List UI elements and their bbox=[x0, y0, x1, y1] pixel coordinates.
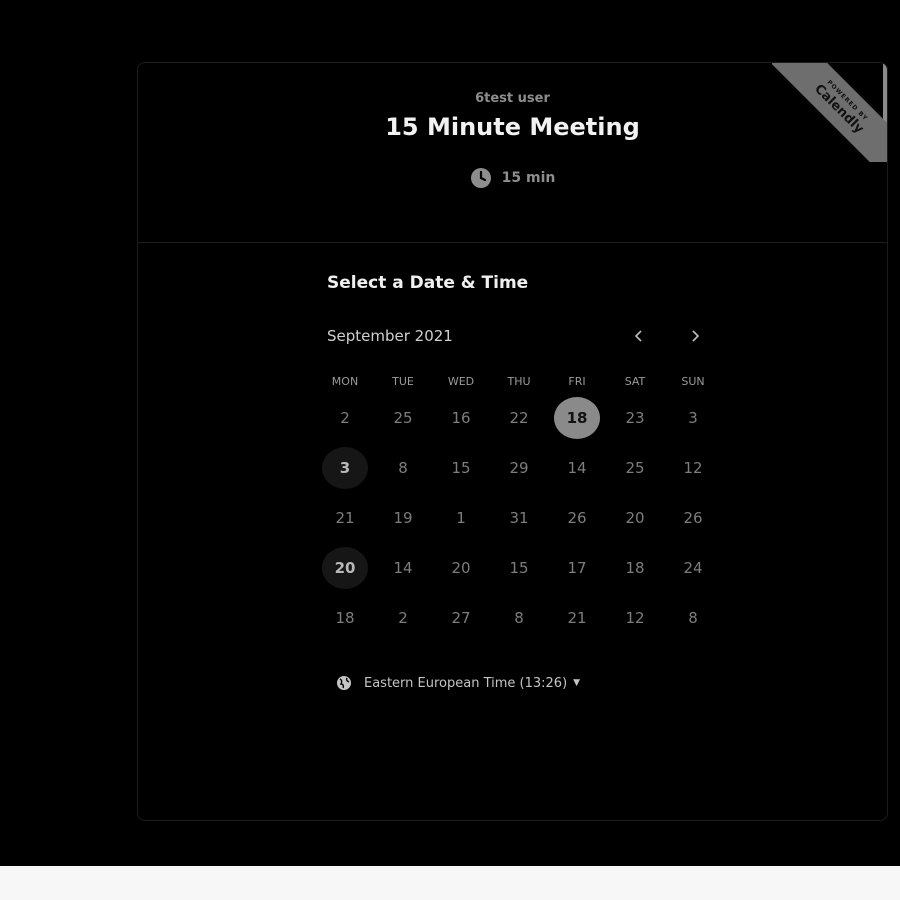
calendar-day: 26 bbox=[548, 493, 606, 543]
weekday-label: SAT bbox=[624, 375, 646, 388]
chevron-right-icon bbox=[692, 330, 700, 342]
calendar-day: 16 bbox=[432, 393, 490, 443]
calendar-day-number: 15 bbox=[451, 459, 471, 477]
calendar-day: 25 bbox=[606, 443, 664, 493]
powered-by-badge[interactable]: POWERED BY Calendly bbox=[772, 63, 887, 162]
calendar-day-number: 20 bbox=[322, 547, 368, 589]
calendar-day-selected[interactable]: 18 bbox=[548, 393, 606, 443]
calendar-day: 12 bbox=[664, 443, 722, 493]
event-duration: 15 min bbox=[138, 167, 887, 189]
calendar-day-number: 26 bbox=[567, 509, 587, 527]
timezone-selector[interactable]: Eastern European Time (13:26) ▼ bbox=[336, 675, 580, 691]
calendar-day: 8 bbox=[490, 593, 548, 643]
calendar-day: 14 bbox=[548, 443, 606, 493]
calendar-day-number: 8 bbox=[688, 609, 698, 627]
calendar-day: 29 bbox=[490, 443, 548, 493]
scheduling-card: 6test user 15 Minute Meeting 15 min POWE… bbox=[137, 62, 888, 821]
page-footer-strip bbox=[0, 866, 900, 900]
chevron-left-icon bbox=[634, 330, 642, 342]
calendar-grid: 2 25 16 22 18 23 3 3 8 15 29 14 25 12 21 19 1 31 26 20 26 20 1… bbox=[316, 393, 722, 643]
calendar-day-number: 24 bbox=[683, 559, 703, 577]
calendar-day-number: 15 bbox=[509, 559, 529, 577]
calendar-day[interactable]: 3 bbox=[316, 443, 374, 493]
calendar-day-number: 26 bbox=[683, 509, 703, 527]
calendar-day-number: 25 bbox=[625, 459, 645, 477]
calendar-day-number: 18 bbox=[335, 609, 355, 627]
weekday-label: SUN bbox=[681, 375, 705, 388]
calendar-day-number: 18 bbox=[625, 559, 645, 577]
calendar-day-number: 19 bbox=[393, 509, 413, 527]
weekday-label: FRI bbox=[568, 375, 586, 388]
calendar-day-number: 21 bbox=[567, 609, 587, 627]
calendar-day-number: 21 bbox=[335, 509, 355, 527]
month-label: September 2021 bbox=[327, 327, 453, 345]
calendar-day-number: 14 bbox=[567, 459, 587, 477]
calendar-day-number: 16 bbox=[451, 409, 471, 427]
calendar-day-number: 3 bbox=[688, 409, 698, 427]
calendar-day: 20 bbox=[432, 543, 490, 593]
clock-icon bbox=[470, 167, 492, 189]
calendar-day: 27 bbox=[432, 593, 490, 643]
calendar-day: 3 bbox=[664, 393, 722, 443]
calendar-day: 19 bbox=[374, 493, 432, 543]
calendar-day-number: 2 bbox=[398, 609, 408, 627]
calendar-day: 8 bbox=[664, 593, 722, 643]
calendar-day: 12 bbox=[606, 593, 664, 643]
calendar-day: 1 bbox=[432, 493, 490, 543]
calendar-day-number: 8 bbox=[398, 459, 408, 477]
weekday-label: TUE bbox=[392, 375, 414, 388]
weekday-header: MON TUE WED THU FRI SAT SUN bbox=[316, 375, 722, 389]
section-title: Select a Date & Time bbox=[327, 273, 529, 293]
calendar-day: 8 bbox=[374, 443, 432, 493]
calendar-day: 15 bbox=[432, 443, 490, 493]
calendar-day: 14 bbox=[374, 543, 432, 593]
calendar-day-number: 12 bbox=[625, 609, 645, 627]
calendar-day: 17 bbox=[548, 543, 606, 593]
calendar-day: 18 bbox=[606, 543, 664, 593]
calendar-day-number: 29 bbox=[509, 459, 529, 477]
calendar-day-number: 31 bbox=[509, 509, 529, 527]
calendar-day-number: 25 bbox=[393, 409, 413, 427]
calendar-day: 2 bbox=[316, 393, 374, 443]
weekday-label: MON bbox=[331, 375, 359, 388]
calendar-day-number: 18 bbox=[554, 397, 600, 439]
weekday-label: THU bbox=[507, 375, 531, 388]
calendar-day: 23 bbox=[606, 393, 664, 443]
header-divider bbox=[138, 242, 887, 243]
calendar-day-number: 1 bbox=[456, 509, 466, 527]
calendar-day: 18 bbox=[316, 593, 374, 643]
calendar-day: 20 bbox=[606, 493, 664, 543]
calendar-day-number: 17 bbox=[567, 559, 587, 577]
globe-icon bbox=[337, 676, 351, 690]
weekday-label: WED bbox=[447, 375, 475, 388]
calendar-day: 25 bbox=[374, 393, 432, 443]
duration-label: 15 min bbox=[501, 170, 556, 186]
calendar-day: 22 bbox=[490, 393, 548, 443]
calendar-day-number: 22 bbox=[509, 409, 529, 427]
calendar-day-number: 8 bbox=[514, 609, 524, 627]
calendar-day: 2 bbox=[374, 593, 432, 643]
calendly-ribbon[interactable]: POWERED BY Calendly bbox=[772, 63, 887, 162]
previous-month-button[interactable] bbox=[626, 323, 652, 349]
calendar-day-number: 23 bbox=[625, 409, 645, 427]
calendar-day: 21 bbox=[316, 493, 374, 543]
caret-down-icon: ▼ bbox=[573, 678, 581, 688]
timezone-label: Eastern European Time (13:26) bbox=[364, 675, 568, 691]
calendar-day: 15 bbox=[490, 543, 548, 593]
calendar-day-number: 3 bbox=[322, 447, 368, 489]
calendar-day-number: 2 bbox=[340, 409, 350, 427]
next-month-button[interactable] bbox=[682, 323, 708, 349]
calendar-day-number: 20 bbox=[625, 509, 645, 527]
calendar-day-number: 20 bbox=[451, 559, 471, 577]
calendar-day: 21 bbox=[548, 593, 606, 643]
calendar-day-number: 12 bbox=[683, 459, 703, 477]
calendar-day-number: 27 bbox=[451, 609, 471, 627]
calendar-day: 26 bbox=[664, 493, 722, 543]
calendar-day: 24 bbox=[664, 543, 722, 593]
calendar-day-number: 14 bbox=[393, 559, 413, 577]
calendar-day[interactable]: 20 bbox=[316, 543, 374, 593]
calendar-day: 31 bbox=[490, 493, 548, 543]
